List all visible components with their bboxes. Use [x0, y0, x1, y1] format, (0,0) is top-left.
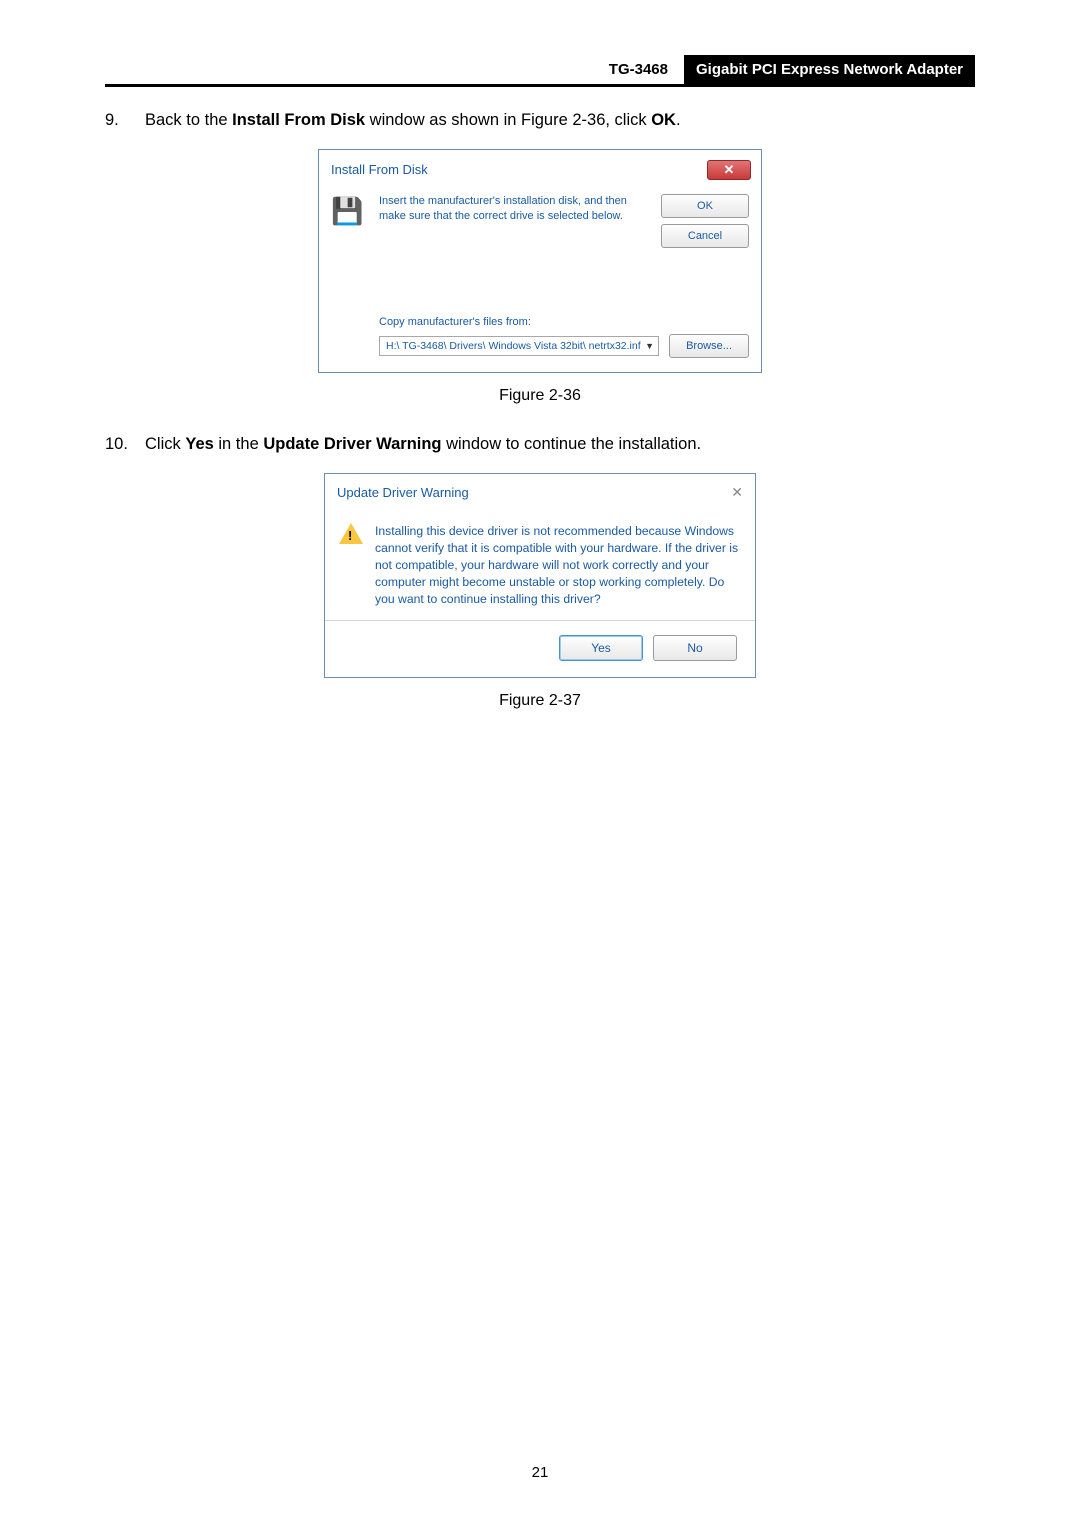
cancel-button[interactable]: Cancel	[661, 224, 749, 248]
step-10: 10. Click Yes in the Update Driver Warni…	[105, 433, 975, 457]
no-button[interactable]: No	[653, 635, 737, 661]
warning-message: Installing this device driver is not rec…	[375, 523, 741, 608]
bold-text: Install From Disk	[232, 111, 365, 129]
page-number: 21	[0, 1464, 1080, 1481]
figure-caption: Figure 2-37	[105, 692, 975, 710]
step-number: 10.	[105, 433, 145, 457]
ok-button[interactable]: OK	[661, 194, 749, 218]
dialog-title: Update Driver Warning	[337, 485, 469, 500]
close-icon: ✕	[724, 163, 735, 176]
path-dropdown[interactable]: H:\ TG-3468\ Drivers\ Windows Vista 32bi…	[379, 336, 659, 356]
chevron-down-icon: ▼	[645, 341, 654, 351]
path-value: H:\ TG-3468\ Drivers\ Windows Vista 32bi…	[386, 340, 641, 352]
dialog-instruction: Insert the manufacturer's installation d…	[379, 194, 655, 248]
step-text: Click Yes in the Update Driver Warning w…	[145, 433, 975, 457]
figure-caption: Figure 2-36	[105, 387, 975, 405]
warning-icon	[339, 523, 365, 608]
step-number: 9.	[105, 109, 145, 133]
text: window to continue the installation.	[442, 435, 702, 453]
yes-button[interactable]: Yes	[559, 635, 643, 661]
page-header: TG-3468 Gigabit PCI Express Network Adap…	[105, 55, 975, 87]
text: in the	[214, 435, 264, 453]
model-code: TG-3468	[599, 55, 684, 84]
bold-text: Yes	[185, 435, 213, 453]
text: .	[676, 111, 681, 129]
dialog-title: Install From Disk	[331, 162, 428, 177]
disk-icon: 💾	[331, 194, 373, 248]
close-icon[interactable]: ✕	[731, 484, 743, 501]
text: Click	[145, 435, 185, 453]
dialog-titlebar: Install From Disk ✕	[319, 150, 761, 188]
dialog-titlebar: Update Driver Warning ✕	[325, 474, 755, 509]
update-driver-warning-dialog: Update Driver Warning ✕ Installing this …	[324, 473, 756, 678]
text: window as shown in Figure 2-36, click	[365, 111, 651, 129]
text: Back to the	[145, 111, 232, 129]
step-text: Back to the Install From Disk window as …	[145, 109, 975, 133]
browse-button[interactable]: Browse...	[669, 334, 749, 358]
install-from-disk-dialog: Install From Disk ✕ 💾 Insert the manufac…	[318, 149, 762, 373]
bold-text: OK	[651, 111, 676, 129]
copy-from-label: Copy manufacturer's files from:	[379, 316, 655, 328]
bold-text: Update Driver Warning	[263, 435, 441, 453]
step-9: 9. Back to the Install From Disk window …	[105, 109, 975, 133]
product-name: Gigabit PCI Express Network Adapter	[684, 55, 975, 84]
close-button[interactable]: ✕	[707, 160, 751, 180]
